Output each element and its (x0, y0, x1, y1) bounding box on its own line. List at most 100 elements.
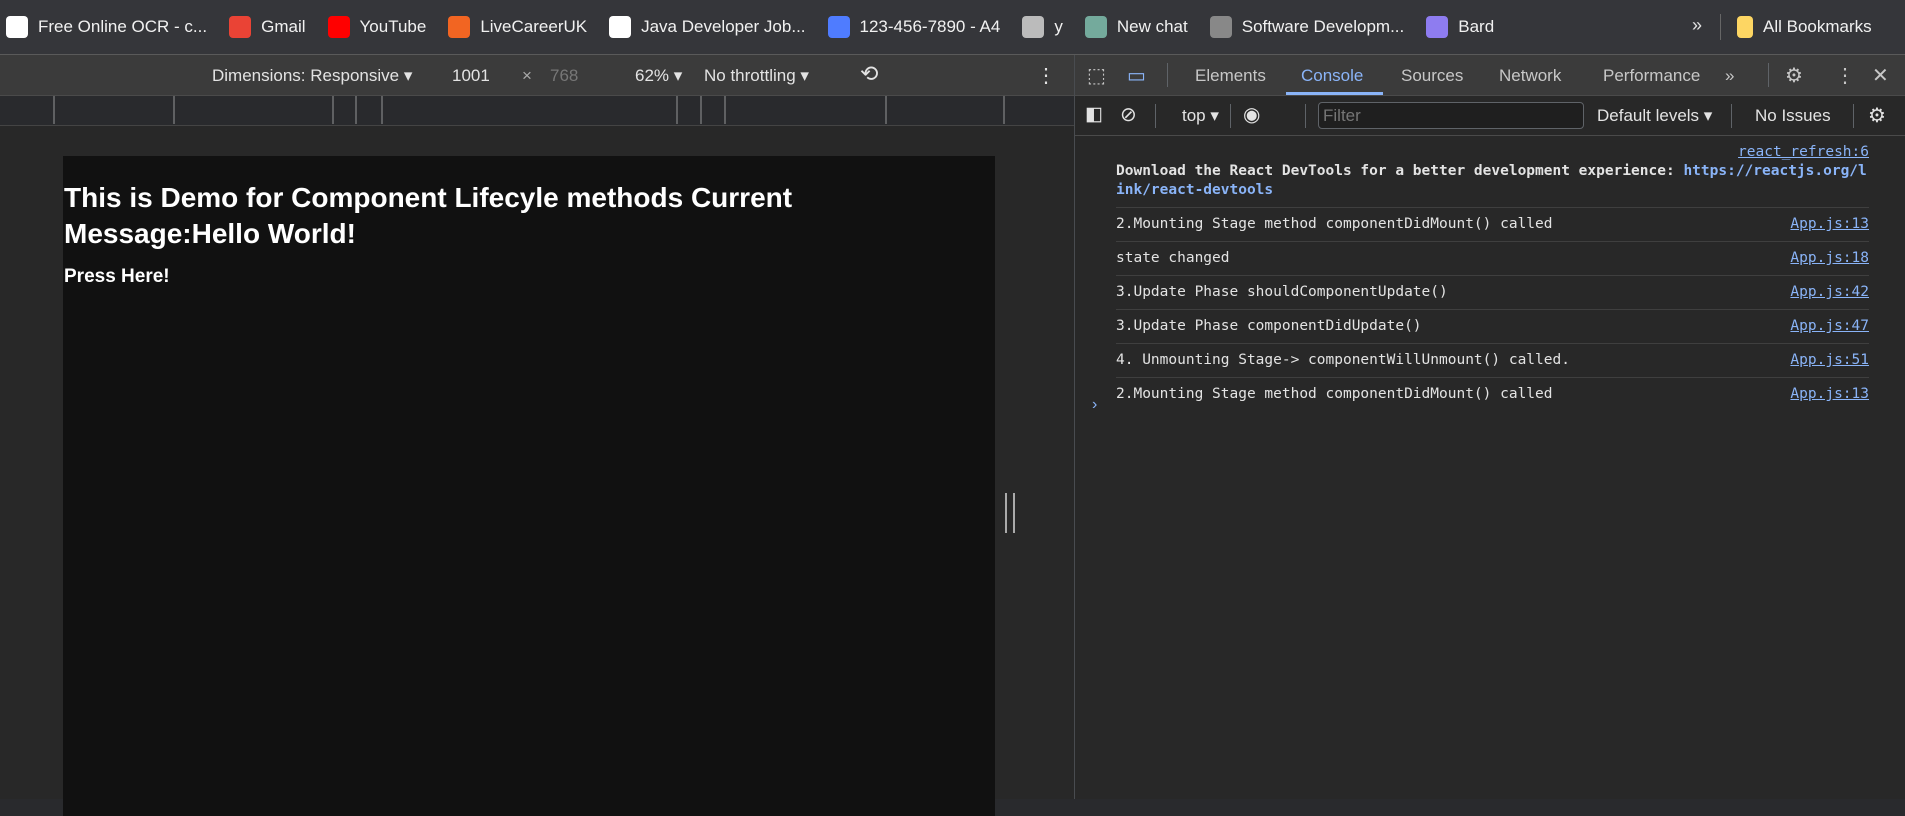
ocr-icon (6, 16, 28, 38)
bookmark-item[interactable]: Java Developer Job... (609, 16, 806, 38)
message-text: 3.Update Phase componentDidUpdate() (1116, 318, 1422, 334)
console-message: 3.Update Phase shouldComponentUpdate() Ap… (1116, 276, 1869, 310)
tab-console[interactable]: Console (1301, 66, 1363, 86)
message-text: 2.Mounting Stage method componentDidMoun… (1116, 216, 1553, 232)
bookmark-item[interactable]: Bard (1426, 16, 1494, 38)
printer-icon (827, 16, 850, 38)
device-toolbar: Dimensions: Responsive ▾ 1001 × 768 62% … (0, 55, 1074, 96)
dimensions-dropdown[interactable]: Dimensions: Responsive ▾ (212, 66, 412, 86)
rotate-icon[interactable]: ⟲ (860, 61, 878, 87)
eye-icon[interactable]: ◉ (1243, 102, 1260, 127)
clear-console-icon[interactable]: ⊘ (1120, 102, 1137, 127)
height-input[interactable]: 768 (550, 66, 578, 86)
apple-icon (1209, 16, 1232, 38)
message-source-link[interactable]: App.js:13 (1790, 215, 1869, 234)
console-settings-icon[interactable]: ⚙ (1868, 103, 1886, 128)
viewport: This is Demo for Component Lifecyle meth… (0, 126, 1074, 816)
console-message: react_refresh:6 Download the React DevTo… (1116, 136, 1869, 208)
bookmark-label: Bard (1458, 17, 1495, 36)
bookmark-label: New chat (1116, 17, 1188, 36)
levels-dropdown[interactable]: Default levels ▾ (1597, 106, 1712, 126)
bookmark-label: 123-456-7890 - A4 (859, 17, 1001, 36)
settings-icon[interactable]: ⚙ (1785, 63, 1803, 88)
more-options-icon[interactable]: ⋮ (1835, 63, 1855, 88)
media-query-ruler[interactable] (0, 96, 1074, 126)
bookmark-item[interactable]: New chat (1084, 16, 1188, 38)
console-messages: react_refresh:6 Download the React DevTo… (1075, 136, 1905, 411)
context-dropdown[interactable]: top ▾ (1182, 106, 1219, 126)
tab-network[interactable]: Network (1499, 66, 1561, 86)
gmail-icon (229, 16, 252, 38)
message-text: 4. Unmounting Stage-> componentWillUnmou… (1116, 352, 1570, 368)
bookmark-item[interactable]: y (1022, 16, 1063, 38)
console-prompt[interactable]: › (1092, 396, 1097, 414)
youtube-icon (327, 16, 350, 38)
context-label: top (1182, 106, 1206, 125)
message-source-link[interactable]: App.js:18 (1790, 249, 1869, 268)
page-heading: This is Demo for Component Lifecyle meth… (64, 182, 793, 249)
bookmark-item[interactable]: Free Online OCR - c... (6, 16, 207, 38)
all-bookmarks-label: All Bookmarks (1763, 17, 1872, 36)
console-message: 4. Unmounting Stage-> componentWillUnmou… (1116, 344, 1869, 378)
console-message: 3.Update Phase componentDidUpdate() App.j… (1116, 310, 1869, 344)
zoom-dropdown[interactable]: 62% ▾ (635, 66, 682, 86)
message-text: 2.Mounting Stage method componentDidMoun… (1116, 386, 1553, 402)
bookmark-item[interactable]: Software Developm... (1209, 16, 1405, 38)
active-tab-indicator (1286, 92, 1383, 95)
message-source-link[interactable]: App.js:51 (1790, 351, 1869, 370)
more-tabs-icon[interactable]: » (1725, 66, 1734, 86)
message-text: state changed (1116, 250, 1230, 266)
bookmark-label: Gmail (261, 17, 306, 36)
message-source-link[interactable]: react_refresh:6 (1738, 144, 1869, 160)
bookmark-label: y (1054, 17, 1063, 36)
bookmarks-more-button[interactable]: » (1692, 15, 1702, 36)
bookmark-label: YouTube (359, 17, 427, 36)
throttling-dropdown[interactable]: No throttling ▾ (704, 66, 809, 86)
bookmark-item[interactable]: LiveCareerUK (448, 16, 587, 38)
inspect-element-icon[interactable]: ⬚ (1087, 63, 1106, 88)
close-icon[interactable]: ✕ (1872, 63, 1889, 88)
console-toolbar: ◧ ⊘ top ▾ ◉ Default levels ▾ No Issues ⚙ (1075, 96, 1905, 136)
chatgpt-icon (1084, 16, 1107, 38)
shine-icon (609, 16, 632, 38)
more-options-icon[interactable]: ⋮ (1036, 63, 1056, 88)
livecareer-icon (448, 16, 471, 38)
message-source-link[interactable]: App.js:13 (1790, 385, 1869, 404)
sidebar-toggle-icon[interactable]: ◧ (1085, 103, 1103, 126)
devtools-panel: ⬚ ▭ Elements Console Sources Network Per… (1074, 55, 1905, 799)
issues-button[interactable]: No Issues (1755, 106, 1831, 126)
devtools-tabs: ⬚ ▭ Elements Console Sources Network Per… (1075, 55, 1905, 96)
message-text: 3.Update Phase shouldComponentUpdate() (1116, 284, 1448, 300)
all-bookmarks-button[interactable]: All Bookmarks (1737, 16, 1872, 38)
message-source-link[interactable]: App.js:42 (1790, 283, 1869, 302)
globe-icon (1022, 16, 1045, 38)
bookmark-item[interactable]: 123-456-7890 - A4 (827, 16, 1001, 38)
console-message: state changed App.js:18 (1116, 242, 1869, 276)
message-text: Download the React DevTools for a better… (1116, 163, 1684, 179)
zoom-label: 62% (635, 66, 670, 85)
bookmark-label: Free Online OCR - c... (38, 17, 208, 36)
divider (1720, 14, 1721, 40)
dimensions-label: Dimensions: Responsive (212, 66, 400, 85)
console-message: 2.Mounting Stage method componentDidMoun… (1116, 378, 1869, 411)
tab-performance[interactable]: Performance (1603, 66, 1700, 86)
rendered-page: This is Demo for Component Lifecyle meth… (63, 156, 995, 816)
throttling-label: No throttling (704, 66, 796, 85)
tab-sources[interactable]: Sources (1401, 66, 1463, 86)
times-icon: × (522, 66, 532, 85)
bookmark-label: Software Developm... (1241, 17, 1405, 36)
folder-icon (1737, 16, 1753, 38)
press-here-button[interactable]: Press Here! (64, 266, 170, 288)
bookmark-item[interactable]: Gmail (229, 16, 306, 38)
bookmark-label: Java Developer Job... (641, 17, 806, 36)
message-source-link[interactable]: App.js:47 (1790, 317, 1869, 336)
resize-handle[interactable] (1005, 493, 1015, 533)
bard-icon (1426, 16, 1449, 38)
console-message: 2.Mounting Stage method componentDidMoun… (1116, 208, 1869, 242)
levels-label: Default levels (1597, 106, 1700, 125)
width-input[interactable]: 1001 (452, 66, 490, 86)
device-toggle-icon[interactable]: ▭ (1127, 63, 1146, 88)
bookmark-item[interactable]: YouTube (327, 16, 427, 38)
filter-input[interactable] (1318, 102, 1584, 129)
tab-elements[interactable]: Elements (1195, 66, 1266, 86)
